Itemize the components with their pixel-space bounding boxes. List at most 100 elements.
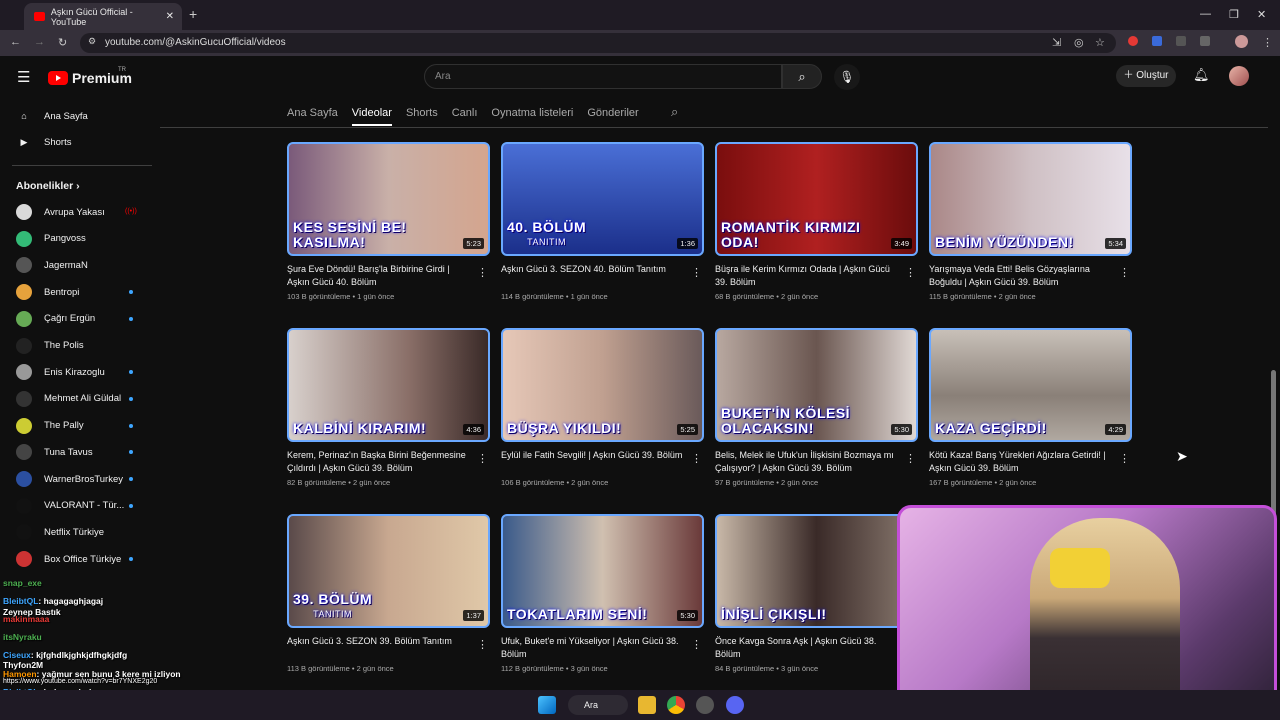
video-thumbnail[interactable]: İNİŞLİ ÇIKIŞLI!	[715, 514, 918, 628]
extension-icon[interactable]	[1152, 36, 1162, 46]
video-title[interactable]: Yarışmaya Veda Etti! Belis Gözyaşlarına …	[929, 263, 1132, 289]
video-card[interactable]: 39. BÖLÜM TANITIM 1:37 Aşkın Gücü 3. SEZON …	[287, 514, 490, 673]
create-button[interactable]: ＋ Oluştur	[1116, 65, 1176, 87]
tab-5[interactable]: Gönderiler	[587, 107, 638, 119]
video-card[interactable]: BUKET'İN KÖLESİ OLACAKSIN! 5:30 Belis, Mel…	[715, 328, 918, 487]
bookmark-star-icon[interactable]: ☆	[1095, 36, 1105, 49]
video-thumbnail[interactable]: BUKET'İN KÖLESİ OLACAKSIN! 5:30	[715, 328, 918, 442]
video-title[interactable]: Eylül ile Fatih Sevgili! | Aşkın Gücü 39…	[501, 449, 704, 475]
video-thumbnail[interactable]: TOKATLARIM SENİ! 5:30	[501, 514, 704, 628]
video-title[interactable]: Kerem, Perinaz'ın Başka Birini Beğenmesi…	[287, 449, 490, 475]
sidebar-subscription-item[interactable]: Avrupa Yakası ((•))	[0, 199, 155, 225]
video-thumbnail[interactable]: BENİM YÜZÜNDEN! 5:34	[929, 142, 1132, 256]
video-card[interactable]: TOKATLARIM SENİ! 5:30 Ufuk, Buket'e mi Yük…	[501, 514, 704, 673]
video-card[interactable]: 40. BÖLÜM TANITIM 1:36 Aşkın Gücü 3. SEZON …	[501, 142, 704, 301]
install-icon[interactable]: ⇲	[1052, 36, 1061, 49]
more-options-icon[interactable]: ⋮	[691, 452, 702, 465]
windows-start-icon[interactable]	[538, 696, 556, 714]
video-card[interactable]: BÜŞRA YIKILDI! 5:25 Eylül ile Fatih Sevgil…	[501, 328, 704, 487]
chrome-icon[interactable]	[667, 696, 685, 714]
app-icon[interactable]	[696, 696, 714, 714]
taskbar-search[interactable]: Ara	[568, 695, 628, 715]
search-input[interactable]: Ara	[424, 64, 782, 89]
video-title[interactable]: Şura Eve Döndü! Barış'la Birbirine Girdi…	[287, 263, 490, 289]
reload-icon[interactable]: ↻	[58, 36, 67, 49]
video-card[interactable]: BENİM YÜZÜNDEN! 5:34 Yarışmaya Veda Etti! …	[929, 142, 1132, 301]
sidebar-subscription-item[interactable]: WarnerBrosTurkey	[0, 466, 155, 492]
more-options-icon[interactable]: ⋮	[477, 452, 488, 465]
video-title[interactable]: Önce Kavga Sonra Aşk | Aşkın Gücü 38. Bö…	[715, 635, 918, 661]
tab-1[interactable]: Videolar	[351, 107, 392, 126]
sidebar-subscription-item[interactable]: Enis Kirazoglu	[0, 359, 155, 385]
extension-icon[interactable]	[1176, 36, 1186, 46]
more-options-icon[interactable]: ⋮	[905, 266, 916, 279]
video-thumbnail[interactable]: KES SESİNİ BE! KASILMA! 5:23	[287, 142, 490, 256]
more-options-icon[interactable]: ⋮	[905, 452, 916, 465]
sidebar-subscription-item[interactable]: Pangvoss	[0, 226, 155, 252]
voice-search-button[interactable]: 🎙︎	[834, 64, 860, 90]
forward-icon[interactable]: →	[34, 36, 45, 48]
video-card[interactable]: KALBİNİ KIRARIM! 4:36 Kerem, Perinaz'ın Ba…	[287, 328, 490, 487]
channel-search-icon[interactable]: ⌕	[671, 104, 678, 120]
hamburger-menu-icon[interactable]: ☰	[17, 68, 30, 86]
close-tab-icon[interactable]: ✕	[166, 11, 174, 22]
video-title[interactable]: Aşkın Gücü 3. SEZON 40. Bölüm Tanıtım	[501, 263, 704, 289]
video-thumbnail[interactable]: ROMANTİK KIRMIZI ODA! 3:49	[715, 142, 918, 256]
close-window-icon[interactable]: ✕	[1257, 8, 1266, 21]
video-thumbnail[interactable]: 40. BÖLÜM TANITIM 1:36	[501, 142, 704, 256]
video-card[interactable]: KAZA GEÇİRDİ! 4:29 Kötü Kaza! Barış Yürekl…	[929, 328, 1132, 487]
more-options-icon[interactable]: ⋮	[691, 638, 702, 651]
tab-0[interactable]: Ana Sayfa	[287, 107, 338, 119]
more-options-icon[interactable]: ⋮	[1119, 452, 1130, 465]
video-title[interactable]: Belis, Melek ile Ufuk'un İlişkisini Bozm…	[715, 449, 918, 475]
minimize-icon[interactable]: —	[1200, 8, 1211, 20]
sidebar-subscription-item[interactable]: Çağrı Ergün	[0, 306, 155, 332]
tab-4[interactable]: Oynatma listeleri	[491, 107, 573, 119]
extension-record-icon[interactable]	[1128, 36, 1138, 46]
sidebar-subscription-item[interactable]: Box Office Türkiye	[0, 546, 155, 572]
tab-3[interactable]: Canlı	[452, 107, 478, 119]
notifications-bell-icon[interactable]: 🔔︎	[1193, 67, 1210, 83]
sidebar-subscription-item[interactable]: The Pally	[0, 413, 155, 439]
video-title[interactable]: Büşra ile Kerim Kırmızı Odada | Aşkın Gü…	[715, 263, 918, 289]
file-explorer-icon[interactable]	[638, 696, 656, 714]
video-title[interactable]: Aşkın Gücü 3. SEZON 39. Bölüm Tanıtım	[287, 635, 490, 661]
sidebar-item-home[interactable]: ⌂ Ana Sayfa	[0, 103, 155, 129]
video-thumbnail[interactable]: 39. BÖLÜM TANITIM 1:37	[287, 514, 490, 628]
sidebar-subscription-item[interactable]: Tuna Tavus	[0, 439, 155, 465]
more-options-icon[interactable]: ⋮	[691, 266, 702, 279]
subscriptions-heading[interactable]: Abonelikler ›	[16, 180, 80, 192]
video-title[interactable]: Ufuk, Buket'e mi Yükseliyor | Aşkın Gücü…	[501, 635, 704, 661]
sidebar-subscription-item[interactable]: Netflix Türkiye	[0, 519, 155, 545]
sidebar-item-shorts[interactable]: ▶ Shorts	[0, 129, 155, 155]
video-title[interactable]: Kötü Kaza! Barış Yürekleri Ağızlara Geti…	[929, 449, 1132, 475]
sidebar-subscription-item[interactable]: Bentropi	[0, 279, 155, 305]
account-avatar[interactable]	[1229, 66, 1249, 86]
more-options-icon[interactable]: ⋮	[1119, 266, 1130, 279]
search-button[interactable]: ⌕	[782, 64, 822, 89]
video-thumbnail[interactable]: KAZA GEÇİRDİ! 4:29	[929, 328, 1132, 442]
tab-2[interactable]: Shorts	[406, 107, 438, 119]
sidebar-subscription-item[interactable]: Mehmet Ali Güldal	[0, 386, 155, 412]
sidebar-subscription-item[interactable]: VALORANT - Tür...	[0, 493, 155, 519]
profile-avatar-icon[interactable]	[1235, 35, 1248, 48]
maximize-icon[interactable]: ❐	[1229, 8, 1239, 21]
back-icon[interactable]: ←	[10, 36, 21, 48]
more-options-icon[interactable]: ⋮	[477, 638, 488, 651]
video-card[interactable]: İNİŞLİ ÇIKIŞLI! Önce Kavga Sonra Aşk | Aş…	[715, 514, 918, 673]
discord-icon[interactable]	[726, 696, 744, 714]
extensions-puzzle-icon[interactable]	[1200, 36, 1210, 46]
video-card[interactable]: ROMANTİK KIRMIZI ODA! 3:49 Büşra ile Kerim…	[715, 142, 918, 301]
sidebar-subscription-item[interactable]: JagermaN	[0, 252, 155, 278]
eye-off-icon[interactable]: ◎	[1074, 36, 1084, 49]
new-tab-icon[interactable]: +	[189, 6, 197, 22]
browser-tab[interactable]: Aşkın Gücü Official - YouTube ✕	[24, 3, 182, 30]
site-info-icon[interactable]: ⚙	[88, 36, 96, 47]
video-thumbnail[interactable]: KALBİNİ KIRARIM! 4:36	[287, 328, 490, 442]
menu-kebab-icon[interactable]: ⋮	[1262, 36, 1273, 49]
video-card[interactable]: KES SESİNİ BE! KASILMA! 5:23 Şura Eve Dönd…	[287, 142, 490, 301]
url-field[interactable]: youtube.com/@AskinGucuOfficial/videos	[80, 33, 1116, 53]
sidebar-subscription-item[interactable]: The Polis	[0, 333, 155, 359]
more-options-icon[interactable]: ⋮	[477, 266, 488, 279]
video-thumbnail[interactable]: BÜŞRA YIKILDI! 5:25	[501, 328, 704, 442]
